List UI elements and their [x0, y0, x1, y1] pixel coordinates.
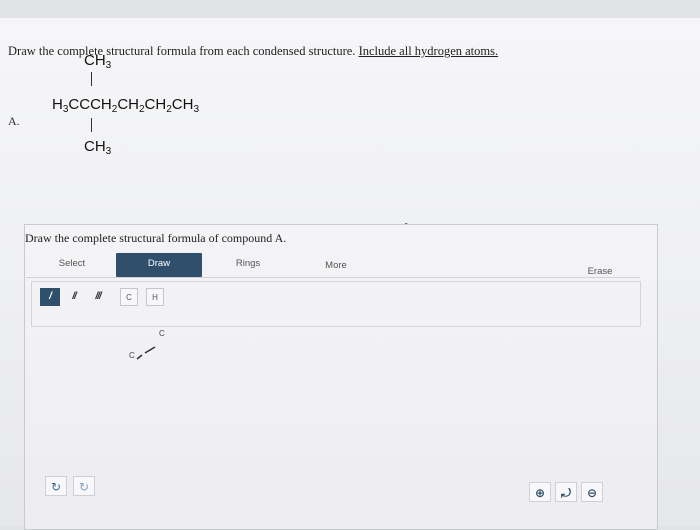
zoom-in-button[interactable]: ⊕	[529, 482, 551, 502]
canvas-bond[interactable]	[135, 345, 159, 363]
formula-text-2: CCCH	[68, 96, 112, 113]
question-page: Draw the complete structural formula fro…	[0, 18, 700, 530]
canvas-atom-c1[interactable]: C	[129, 351, 135, 360]
formula-text-8: CH	[171, 96, 194, 113]
tab-select[interactable]: Select	[56, 253, 88, 277]
part-label: A.	[8, 114, 20, 128]
tab-draw[interactable]: Draw	[116, 253, 202, 277]
redo-icon: ↻	[78, 480, 90, 494]
top-bond	[91, 72, 93, 86]
hydrogen-atom-tool[interactable]: H	[146, 288, 164, 306]
instruction-lead: Draw the complete structural formula fro…	[8, 44, 356, 58]
canvas-atom-c2[interactable]: C	[159, 329, 165, 338]
triple-bond-tool[interactable]: ///	[88, 288, 108, 306]
formula-text-0: H	[52, 96, 63, 113]
zoom-out-icon: ⊖	[586, 486, 598, 500]
undo-button[interactable]: ↻	[45, 476, 67, 496]
instruction-tail: Include all hydrogen atoms.	[358, 44, 499, 58]
zoom-in-icon: ⊕	[534, 486, 546, 500]
tab-rings[interactable]: Rings	[230, 253, 266, 277]
top-substituent: CH3	[84, 52, 112, 71]
editor-toolbar: Select Draw Rings More Erase	[26, 253, 640, 278]
carbon-atom-tool[interactable]: C	[120, 288, 138, 306]
double-bond-tool[interactable]: //	[64, 288, 84, 306]
bottom-substituent: CH3	[84, 138, 112, 157]
single-bond-tool[interactable]: /	[40, 288, 60, 306]
condensed-formula: H3CCCH2CH2CH2CH3	[52, 96, 199, 115]
tab-more[interactable]: More	[318, 255, 354, 279]
drawing-canvas[interactable]: C C	[31, 329, 641, 479]
undo-icon: ↻	[50, 480, 62, 494]
reset-view-button[interactable]: ⤾	[555, 482, 577, 502]
formula-text-4: CH	[117, 96, 139, 113]
drawing-editor: Draw the complete structural formula of …	[24, 224, 658, 530]
draw-tools-row: / // /// C H	[31, 281, 641, 327]
zoom-out-button[interactable]: ⊖	[581, 482, 603, 502]
redo-button[interactable]: ↻	[73, 476, 95, 496]
formula-subscript-9: 3	[193, 104, 200, 115]
question-instruction: Draw the complete structural formula fro…	[8, 44, 498, 59]
editor-title: Draw the complete structural formula of …	[25, 231, 287, 245]
reset-icon: ⤾	[561, 486, 571, 500]
bottom-bond	[91, 118, 93, 132]
formula-text-6: CH	[144, 96, 167, 113]
